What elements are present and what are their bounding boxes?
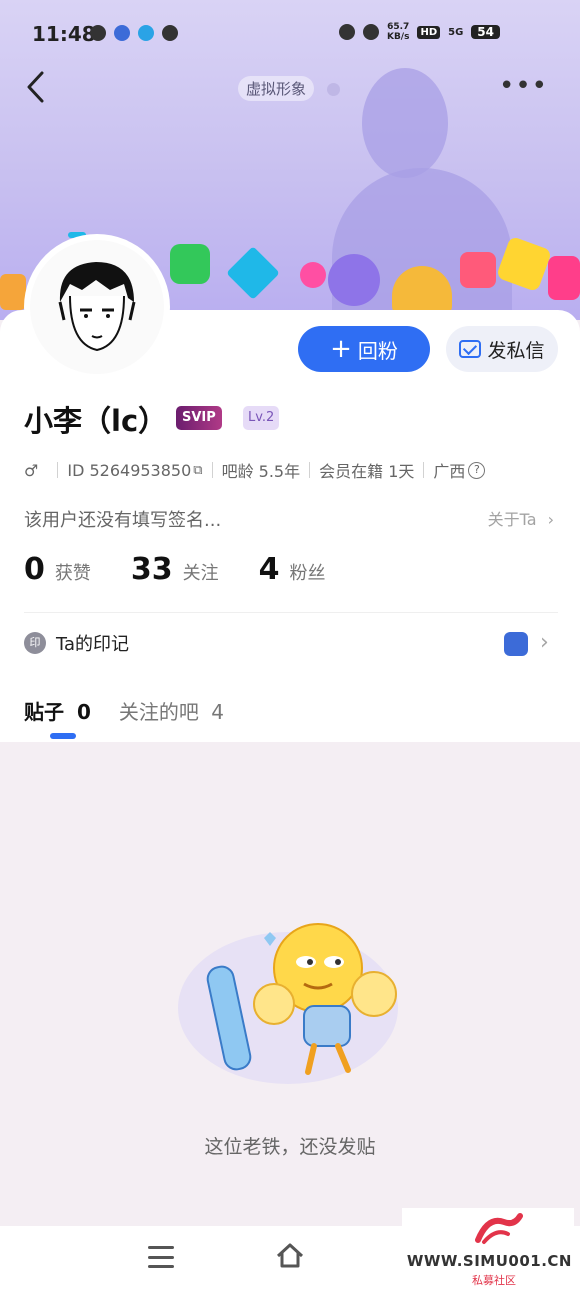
mail-icon (459, 340, 482, 358)
avatar-image (30, 240, 164, 374)
follow-back-button[interactable]: + 回粉 (298, 326, 430, 372)
telegram-icon (138, 25, 154, 41)
tab-posts[interactable]: 贴子 0 (24, 696, 91, 725)
username: 小李（lc） (24, 404, 168, 438)
signature: 该用户还没有填写签名... (24, 510, 222, 531)
mute-icon (362, 24, 379, 40)
divider (57, 462, 59, 478)
back-button[interactable] (24, 70, 54, 110)
profile-stats: 0 获赞 33 关注 4 粉丝 (24, 552, 326, 587)
divider (423, 462, 425, 478)
virtual-avatar-dot (327, 83, 340, 96)
divider (211, 462, 213, 478)
empty-state-illustration (168, 898, 408, 1088)
watermark-logo-icon (475, 1213, 523, 1244)
watermark-text: WWW.SIMU001.CN (406, 1252, 572, 1270)
confetti-decoration (328, 254, 380, 306)
empty-state-message: 这位老铁，还没发贴 (204, 1136, 376, 1158)
system-status-icons: 65.7 KB/s HD 5G 54 (338, 22, 500, 42)
question-icon[interactable]: ? (468, 461, 486, 479)
hd-icon: HD (417, 25, 441, 39)
status-time: 11:48 (32, 22, 96, 46)
notification-icons (90, 25, 178, 41)
mark-badge-icon (504, 632, 528, 656)
status-bar: 11:48 65.7 KB/s HD 5G 54 (0, 0, 580, 66)
watermark-subtext: 私募社区 (472, 1274, 516, 1287)
more-menu-button[interactable]: ••• (499, 73, 548, 99)
alarm-icon (162, 25, 178, 41)
section-divider (24, 612, 558, 613)
tab-followed-bars[interactable]: 关注的吧 4 (119, 696, 224, 725)
tab-indicator (50, 733, 76, 739)
confetti-decoration (170, 244, 210, 284)
confetti-decoration (300, 262, 326, 288)
virtual-avatar-tag[interactable]: 虚拟形象 (238, 76, 315, 101)
network-speed: 65.7 KB/s (386, 22, 410, 42)
user-id[interactable]: ID 5264953850 (67, 461, 191, 480)
member-days: 会员在籍 1天 (319, 462, 415, 481)
profile-meta-row: ♂ ID 5264953850 ⧉ 吧龄 5.5年 会员在籍 1天 广西 ? (24, 458, 486, 482)
male-icon: ♂ (24, 460, 39, 480)
location: 广西 (433, 462, 466, 481)
chevron-left-icon (27, 71, 44, 103)
about-link[interactable]: 关于Ta › (488, 506, 554, 530)
ta-mark-label: Ta的印记 (56, 634, 130, 655)
stat-fans[interactable]: 4 粉丝 (259, 552, 326, 587)
plus-icon: + (330, 334, 352, 364)
cartoon-face-icon (58, 262, 136, 352)
profile-tabs: 贴子 0 关注的吧 4 (24, 696, 224, 725)
chevron-right-icon[interactable]: › (540, 630, 549, 655)
confetti-decoration (460, 252, 496, 288)
virtual-avatar-silhouette (362, 68, 448, 178)
ta-mark-row[interactable]: 印 Ta的印记 (24, 630, 129, 656)
level-badge[interactable]: Lv.2 (243, 406, 280, 430)
svip-badge[interactable]: SVIP (176, 406, 222, 430)
divider (309, 462, 311, 478)
bar-age: 吧龄 5.5年 (221, 462, 301, 481)
stat-following[interactable]: 33 关注 (131, 552, 219, 587)
cheerleader-emoji-icon (178, 923, 398, 1084)
signal-icon: 5G (448, 26, 464, 38)
confetti-decoration (548, 256, 580, 300)
private-message-label: 发私信 (487, 339, 545, 362)
avatar[interactable] (24, 234, 170, 380)
menu-icon[interactable] (148, 1246, 174, 1268)
copy-icon[interactable]: ⧉ (193, 463, 202, 478)
confetti-decoration (226, 246, 280, 300)
alarm-clock-icon (338, 24, 355, 40)
wechat-icon (90, 25, 106, 41)
chevron-right-icon: › (547, 510, 554, 529)
confetti-decoration (0, 274, 26, 310)
tieba-icon (114, 25, 130, 41)
private-message-button[interactable]: 发私信 (446, 326, 558, 372)
battery-icon: 54 (471, 25, 500, 39)
home-icon[interactable] (274, 1240, 306, 1270)
follow-back-label: 回粉 (357, 338, 398, 363)
stat-likes[interactable]: 0 获赞 (24, 552, 91, 587)
seal-icon: 印 (24, 632, 46, 654)
